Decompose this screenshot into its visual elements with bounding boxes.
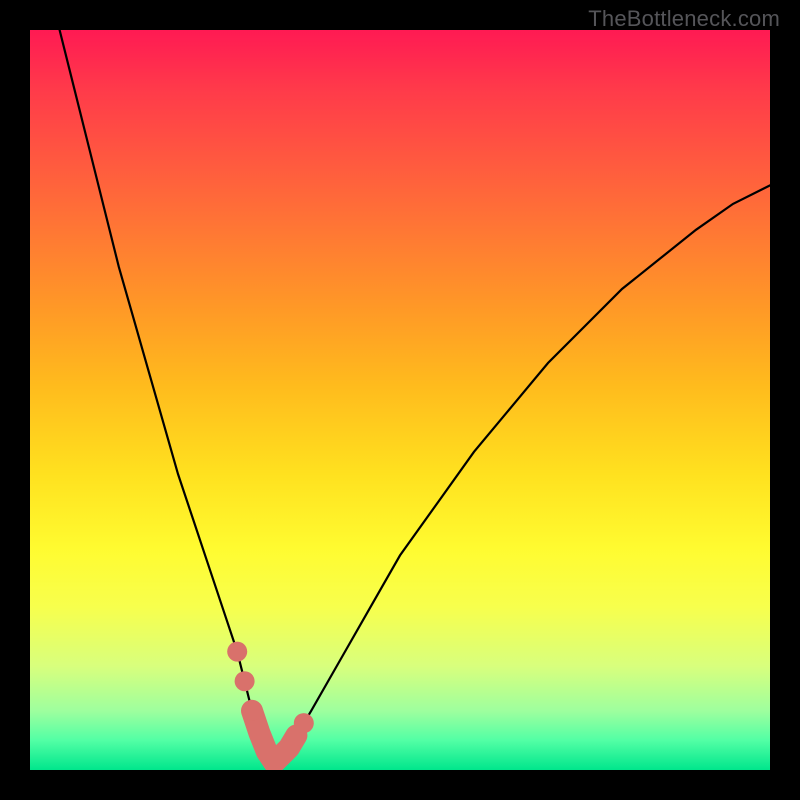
pink-dot-left [227, 642, 247, 662]
plot-area [30, 30, 770, 770]
pink-dot-left [235, 671, 255, 691]
curves-svg [30, 30, 770, 770]
right-curve [274, 185, 770, 762]
pink-dot-right [294, 713, 314, 733]
chart-frame: TheBottleneck.com [0, 0, 800, 800]
pink-dot-left [242, 701, 262, 721]
watermark-text: TheBottleneck.com [588, 6, 780, 32]
pink-highlight [227, 642, 314, 763]
